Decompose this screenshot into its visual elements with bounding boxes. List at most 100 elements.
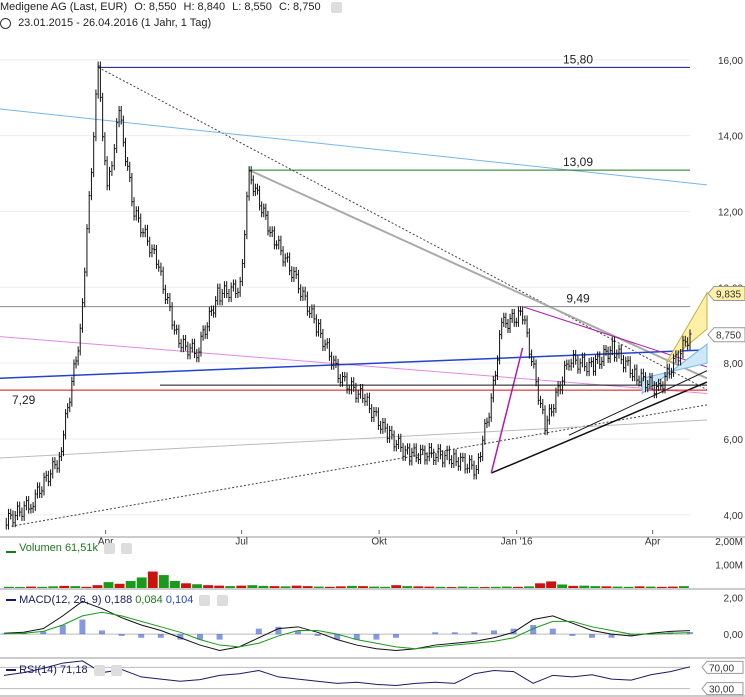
volume-bar — [59, 585, 70, 588]
macd-histogram-bar — [393, 634, 399, 638]
macd-histogram-bar — [569, 634, 576, 636]
settings-icon[interactable] — [104, 542, 116, 554]
volume-bar — [667, 586, 678, 588]
y-tick-label: 16,00 — [718, 56, 743, 67]
line-icon — [6, 669, 16, 672]
level-label: 7,29 — [12, 393, 36, 407]
volume-bar — [335, 586, 346, 588]
volume-bar — [203, 585, 214, 588]
macd-histogram-bar — [491, 630, 497, 635]
volume-bar — [302, 586, 313, 588]
volume-bar — [369, 586, 379, 588]
macd-histogram-bar — [589, 634, 595, 638]
macd-title: MACD(12, 26, 9) 0,188 0,084 0,104 — [6, 594, 228, 606]
volume-bar — [424, 586, 435, 588]
macd-histogram-bar — [138, 634, 145, 638]
volume-bar — [678, 586, 689, 588]
volume-bar — [236, 585, 247, 588]
macd-histogram-bar — [275, 626, 282, 635]
price-tag-label: 9,835 — [716, 290, 741, 301]
volume-bar — [391, 585, 402, 588]
macd-value: 0,188 — [104, 594, 133, 606]
volume-bar — [181, 583, 191, 588]
volume-bar — [590, 586, 601, 588]
close-icon[interactable] — [121, 542, 133, 554]
y-tick-label: 30,00 — [709, 685, 734, 696]
volume-bar — [490, 586, 501, 588]
volume-bar — [192, 584, 202, 588]
volume-value: 61,51k — [64, 542, 98, 554]
macd-histogram-bar — [79, 619, 86, 635]
macd-histogram-bar — [549, 628, 556, 635]
price-tag-label: 8,750 — [716, 331, 741, 342]
volume-bar — [612, 586, 623, 588]
volume-bar — [324, 586, 335, 588]
volume-bar — [601, 586, 612, 588]
volume-bar — [114, 583, 125, 588]
volume-bar — [656, 586, 667, 588]
volume-bar — [479, 587, 490, 588]
y-tick-label: 70,00 — [709, 663, 734, 674]
volume-bar — [535, 583, 545, 588]
volume-bar — [457, 586, 468, 588]
x-tick-label: Apr — [645, 536, 661, 547]
macd-histogram-bar — [471, 632, 478, 635]
macd-histogram-bar — [373, 634, 380, 640]
macd-histogram-bar — [255, 628, 262, 635]
x-tick-label: Jan '16 — [501, 536, 533, 547]
volume-bar — [258, 585, 269, 588]
x-tick-label: Jul — [235, 536, 248, 547]
volume-bar — [48, 586, 59, 588]
volume-title: Volumen 61,51k — [6, 542, 133, 554]
macd-histogram-bar — [59, 625, 66, 635]
y-tick-label: 2,00M — [715, 537, 743, 548]
volume-bar — [147, 571, 158, 588]
level-label: 9,49 — [566, 292, 590, 306]
level-label: 15,80 — [563, 52, 593, 66]
volume-bar — [37, 586, 48, 588]
support-trendline — [11, 404, 708, 527]
macd-histogram-bar — [314, 634, 321, 636]
settings-icon[interactable] — [93, 664, 105, 676]
fan-line — [490, 347, 524, 474]
macd-label: MACD(12, 26, 9) — [19, 594, 102, 606]
y-tick-label: 8,00 — [724, 359, 744, 370]
settings-icon[interactable] — [199, 594, 211, 606]
macd-histogram-bar — [451, 632, 458, 635]
volume-bar — [291, 585, 302, 588]
macd-signal-value: 0,084 — [135, 594, 163, 606]
volume-bar — [468, 586, 479, 588]
resistance-trendline — [248, 169, 708, 380]
close-icon[interactable] — [216, 594, 228, 606]
y-tick-label: 12,00 — [718, 207, 743, 218]
x-tick-label: Okt — [371, 536, 387, 547]
volume-bar — [280, 586, 291, 588]
volume-bar — [247, 585, 258, 588]
close-icon[interactable] — [110, 664, 122, 676]
volume-bar — [557, 584, 568, 588]
volume-bar — [546, 581, 557, 588]
y-tick-label: 1,00M — [715, 561, 743, 572]
y-tick-label: 6,00 — [724, 435, 744, 446]
macd-histogram-bar — [118, 634, 125, 636]
volume-bar — [92, 585, 103, 588]
volume-bar — [225, 586, 236, 588]
volume-bar — [512, 586, 523, 588]
line-icon — [6, 599, 16, 602]
macd-histogram-bar — [432, 632, 439, 635]
volume-bar — [136, 577, 147, 588]
channel-line — [0, 108, 708, 186]
resistance-trendline — [97, 66, 708, 391]
macd-hist-value: 0,104 — [165, 594, 194, 606]
volume-bar — [413, 586, 424, 588]
macd-histogram-bar — [157, 634, 164, 638]
level-label: 13,09 — [563, 155, 593, 169]
rsi-label: RSI(14) — [19, 664, 57, 676]
volume-bar — [269, 586, 280, 588]
volume-bar — [103, 582, 114, 588]
volume-bar — [568, 585, 579, 588]
volume-bar — [358, 586, 368, 588]
volume-bar — [402, 586, 413, 588]
volume-bar — [347, 585, 357, 588]
y-tick-label: 4,00 — [724, 511, 744, 522]
